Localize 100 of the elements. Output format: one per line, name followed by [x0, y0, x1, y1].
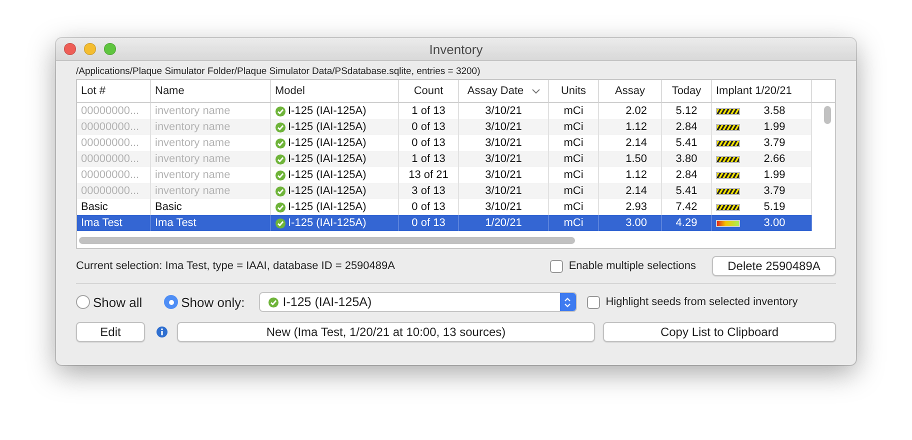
table-cell: 00000000...: [81, 169, 140, 181]
table-cell: 3.00: [626, 217, 647, 229]
table-cell: I-125 (IAI-125A): [288, 121, 366, 133]
table-cell: Basic: [81, 201, 108, 213]
table-cell: 3.79: [764, 137, 786, 149]
check-circle-icon: [275, 202, 286, 212]
table-cell: 2.93: [626, 201, 647, 213]
highlight-checkbox[interactable]: [586, 296, 600, 308]
column-header[interactable]: Lot #: [77, 80, 151, 102]
selection-info: Current selection: Ima Test, type = IAAI, database ID = 2590489A: [76, 260, 395, 272]
multiple-selections-checkbox[interactable]: [550, 260, 563, 272]
horizontal-scrollbar[interactable]: [79, 237, 575, 244]
table-cell: 00000000...: [81, 121, 140, 133]
table-cell: 00000000...: [81, 137, 140, 149]
table-cell: 3/10/21: [485, 153, 522, 165]
column-header[interactable]: Assay: [599, 80, 662, 102]
table-cell: 00000000...: [81, 153, 140, 165]
new-button[interactable]: New (Ima Test, 1/20/21 at 10:00, 13 sources): [177, 322, 595, 342]
table-cell: 00000000...: [81, 185, 140, 197]
table-cell: 1.12: [626, 169, 647, 181]
zoom-button[interactable]: [104, 43, 116, 55]
table-cell: mCi: [564, 153, 584, 165]
table-cell: inventory name: [155, 153, 230, 165]
copy-list-button[interactable]: Copy List to Clipboard: [603, 322, 836, 342]
table-cell: 1.12: [626, 121, 647, 133]
table-cell: 0 of 13: [412, 217, 446, 229]
table-cell: inventory name: [155, 169, 230, 181]
table-cell: inventory name: [155, 137, 230, 149]
model-dropdown[interactable]: I-125 (IAI-125A): [258, 292, 577, 312]
radio-label: Show only:: [181, 294, 245, 310]
table-row[interactable]: 00000000... inventory name I-125 (IAI-125A) 1 of 13 3/10/21 mCi 1.50 3.80 2.66: [77, 151, 812, 167]
minimize-button[interactable]: [84, 43, 96, 55]
check-circle-icon: [268, 296, 279, 308]
table-cell: 0 of 13: [412, 201, 446, 213]
table-cell: 3.80: [676, 153, 698, 165]
table-cell: 3/10/21: [485, 105, 522, 117]
table-cell: mCi: [564, 137, 584, 149]
check-circle-icon: [275, 106, 286, 116]
delete-button[interactable]: Delete 2590489A: [712, 256, 836, 276]
table-cell: 3.79: [764, 185, 786, 197]
updown-chevron-icon: [564, 296, 572, 308]
table-cell: 2.84: [676, 121, 698, 133]
table-cell: 4.29: [676, 217, 698, 229]
table-cell: 1/20/21: [485, 217, 522, 229]
table-cell: I-125 (IAI-125A): [288, 105, 366, 117]
table-cell: 00000000...: [81, 105, 140, 117]
table-cell: 3 of 13: [412, 185, 446, 197]
table-cell: 1.99: [764, 169, 786, 181]
check-circle-icon: [275, 154, 286, 164]
window-title: Inventory: [429, 42, 483, 56]
check-circle-icon: [275, 218, 286, 228]
table-cell: 2.66: [764, 153, 786, 165]
table-row[interactable]: 00000000... inventory name I-125 (IAI-125A) 3 of 13 3/10/21 mCi 2.14 5.41 3.79: [77, 183, 812, 199]
table-cell: 0 of 13: [412, 137, 446, 149]
table-cell: 1 of 13: [412, 105, 446, 117]
radio-button[interactable]: [164, 295, 178, 309]
radio-label: Show all: [93, 294, 142, 310]
column-header[interactable]: Today: [662, 80, 712, 102]
radio-button[interactable]: [76, 295, 90, 309]
edit-button[interactable]: Edit: [76, 322, 145, 342]
table-cell: 3/10/21: [485, 169, 522, 181]
vertical-scrollbar[interactable]: [824, 106, 831, 124]
table-cell: I-125 (IAI-125A): [288, 169, 366, 181]
table-cell: 2.14: [626, 185, 647, 197]
table-cell: 0 of 13: [412, 121, 446, 133]
column-header[interactable]: Count: [399, 80, 459, 102]
check-circle-icon: [275, 170, 286, 180]
table-cell: I-125 (IAI-125A): [288, 201, 366, 213]
close-button[interactable]: [64, 43, 76, 55]
table-cell: I-125 (IAI-125A): [288, 153, 366, 165]
column-header[interactable]: Assay Date: [459, 80, 549, 102]
check-circle-icon: [275, 138, 286, 148]
table-row[interactable]: 00000000... inventory name I-125 (IAI-125A) 0 of 13 3/10/21 mCi 1.12 2.84 1.99: [77, 119, 812, 135]
table-cell: 2.84: [676, 169, 698, 181]
table-cell: mCi: [564, 217, 584, 229]
table-cell: 3/10/21: [485, 137, 522, 149]
info-icon: [156, 326, 168, 338]
table-cell: 3.00: [764, 217, 786, 229]
table-cell: I-125 (IAI-125A): [288, 185, 366, 197]
table-cell: 2.14: [626, 137, 647, 149]
table-cell: Ima Test: [81, 217, 122, 229]
table-row[interactable]: Ima Test Ima Test I-125 (IAI-125A) 0 of 13 1/20/21 mCi 3.00 4.29 3.00: [77, 215, 812, 231]
table-cell: I-125 (IAI-125A): [288, 137, 366, 149]
table-cell: mCi: [564, 105, 584, 117]
table-cell: I-125 (IAI-125A): [288, 217, 366, 229]
column-header[interactable]: Implant 1/20/21: [712, 80, 812, 102]
table-cell: Ima Test: [155, 217, 196, 229]
table-cell: mCi: [564, 185, 584, 197]
column-header[interactable]: Name: [151, 80, 271, 102]
table-cell: inventory name: [155, 185, 230, 197]
table-cell: inventory name: [155, 105, 230, 117]
table-cell: 1.99: [764, 121, 786, 133]
table-cell: 1 of 13: [412, 153, 446, 165]
table-cell: 3/10/21: [485, 185, 522, 197]
column-header[interactable]: Units: [549, 80, 599, 102]
table-cell: inventory name: [155, 121, 230, 133]
check-circle-icon: [275, 186, 286, 196]
column-header[interactable]: Model: [271, 80, 399, 102]
table-cell: 5.41: [676, 137, 698, 149]
table-cell: 3.58: [764, 105, 786, 117]
